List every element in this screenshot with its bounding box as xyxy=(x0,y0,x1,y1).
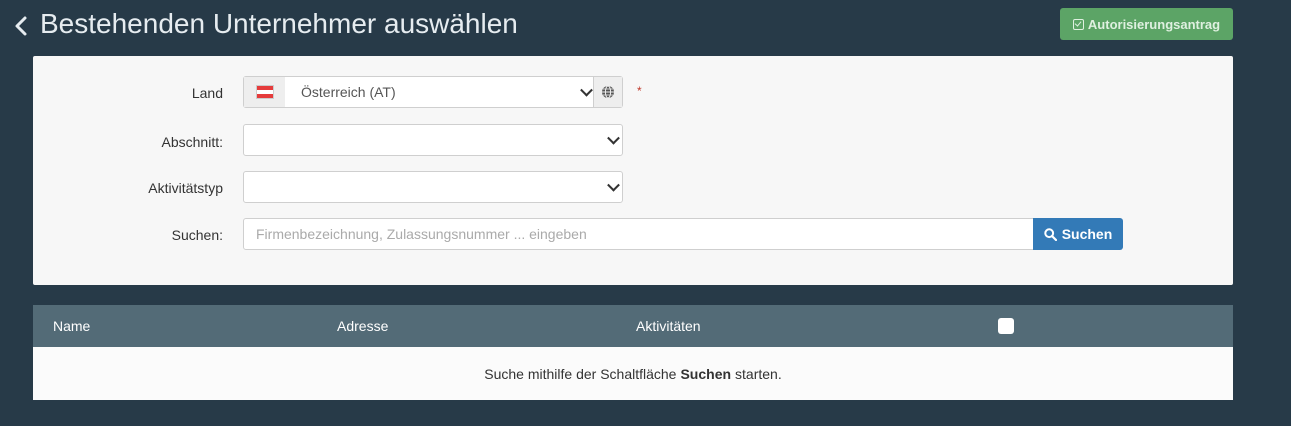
column-header-adresse: Adresse xyxy=(337,318,389,334)
globe-icon xyxy=(602,85,614,99)
search-input-placeholder: Firmenbezeichnung, Zulassungsnummer ... … xyxy=(256,226,587,242)
suchen-label: Suchen: xyxy=(171,227,223,243)
checkbox-check-icon xyxy=(1072,18,1084,30)
authorization-request-label: Autorisierungsantrag xyxy=(1087,16,1221,32)
globe-button[interactable] xyxy=(593,77,622,107)
search-button-label: Suchen xyxy=(1061,226,1113,242)
abschnitt-label: Abschnitt: xyxy=(161,134,223,150)
country-select-value: Österreich (AT) xyxy=(301,84,396,100)
chevron-down-icon xyxy=(580,83,593,97)
search-button[interactable]: Suchen xyxy=(1033,218,1123,250)
chevron-left-icon xyxy=(15,16,27,36)
column-header-aktivitaeten: Aktivitäten xyxy=(636,318,701,334)
land-label: Land xyxy=(191,85,223,101)
country-select[interactable]: Österreich (AT) xyxy=(285,77,595,107)
country-selector: Österreich (AT) xyxy=(243,76,623,108)
table-header: Name Adresse Aktivitäten xyxy=(33,305,1233,347)
required-marker: * xyxy=(637,84,642,98)
search-form-panel: Land Österreich (AT) * Abschnitt: Aktivi… xyxy=(33,56,1233,285)
page-title: Bestehenden Unternehmer auswählen xyxy=(40,8,518,39)
abschnitt-select[interactable] xyxy=(243,124,623,156)
aktivitaetstyp-select[interactable] xyxy=(243,171,623,203)
flag-addon xyxy=(244,77,286,107)
aktivitaetstyp-label: Aktivitätstyp xyxy=(148,180,223,196)
empty-message-suffix: starten. xyxy=(735,365,782,382)
search-icon xyxy=(1044,227,1057,241)
column-header-name: Name xyxy=(53,318,91,334)
empty-table-message: Suche mithilfe der Schaltfläche Suchen s… xyxy=(33,347,1233,400)
results-table: Name Adresse Aktivitäten Suche mithilfe … xyxy=(33,305,1233,400)
empty-message-bold: Suchen xyxy=(680,365,732,382)
page-header: Bestehenden Unternehmer auswählen Autori… xyxy=(0,0,1291,50)
authorization-request-button[interactable]: Autorisierungsantrag xyxy=(1060,8,1233,40)
empty-message-prefix: Suche mithilfe der Schaltfläche xyxy=(484,365,677,382)
search-input[interactable]: Firmenbezeichnung, Zulassungsnummer ... … xyxy=(243,218,1034,250)
chevron-down-icon xyxy=(607,178,620,192)
select-all-checkbox[interactable] xyxy=(998,318,1014,334)
austria-flag-icon xyxy=(255,85,274,99)
back-button[interactable] xyxy=(12,12,32,40)
chevron-down-icon xyxy=(607,131,620,145)
